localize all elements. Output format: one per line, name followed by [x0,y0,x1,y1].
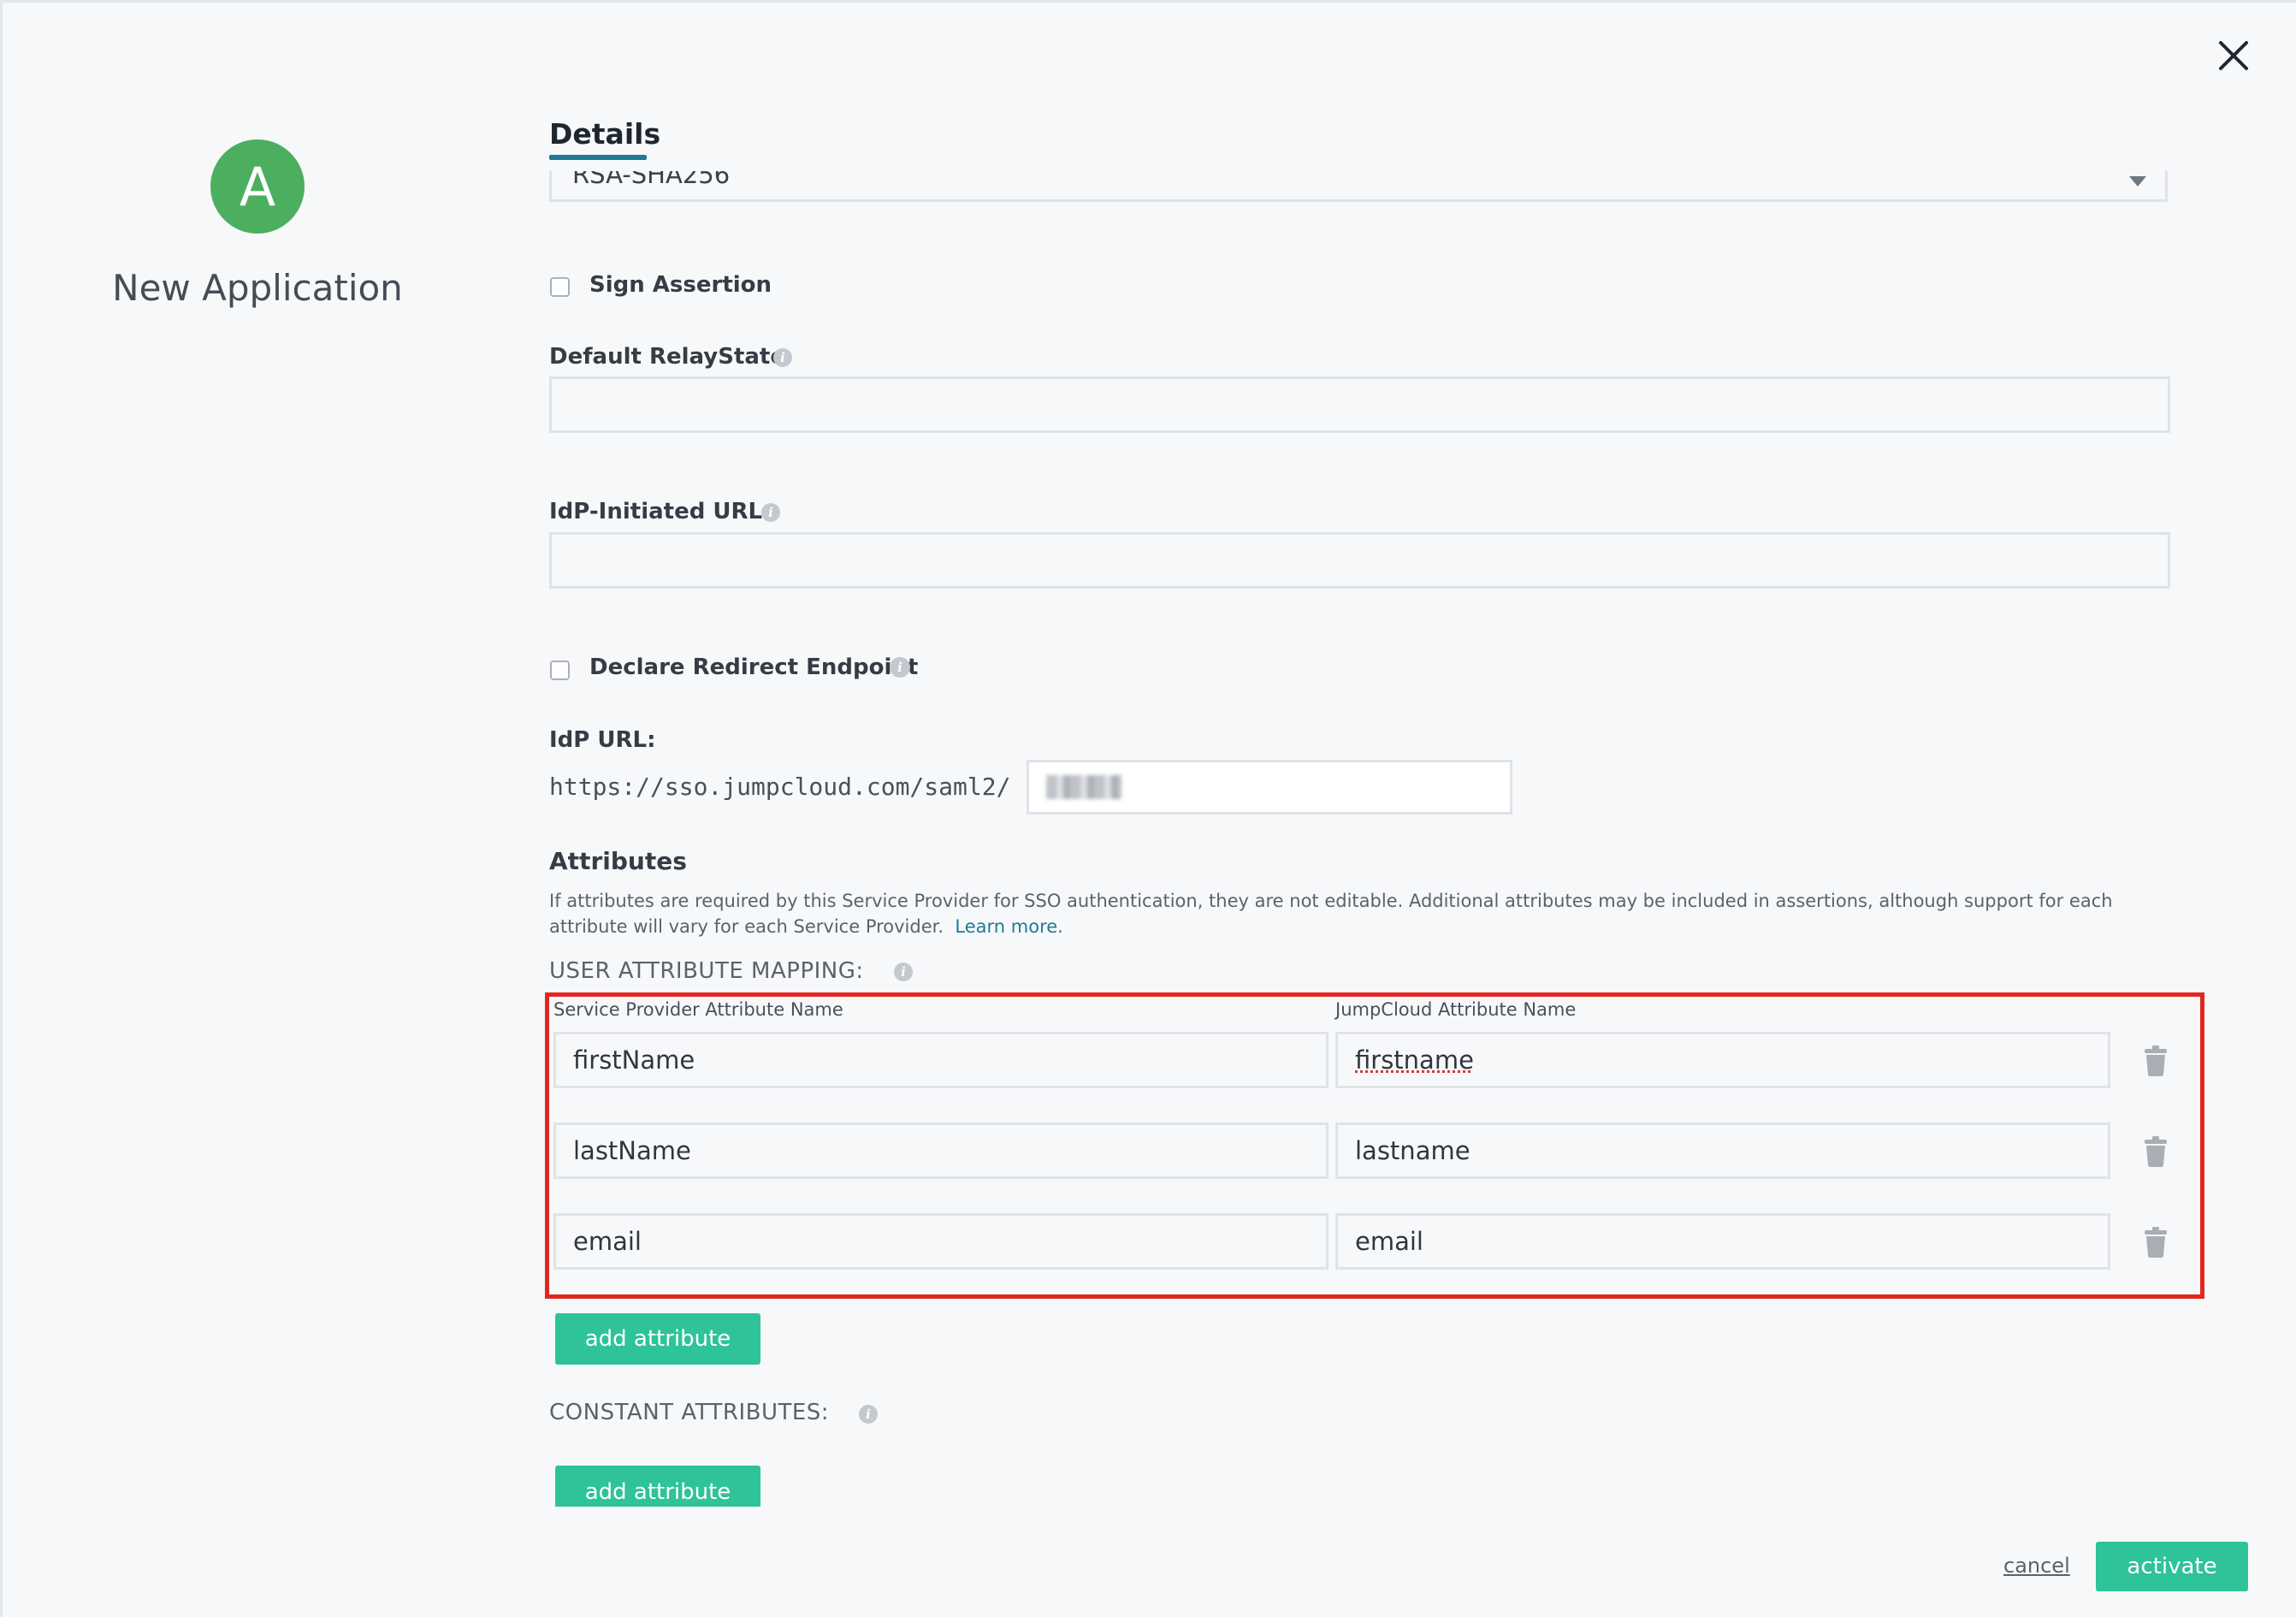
trash-icon[interactable] [2143,1227,2169,1258]
attributes-help-text: If attributes are required by this Servi… [549,888,2175,939]
app-avatar: A [210,139,305,234]
trash-icon[interactable] [2143,1045,2169,1076]
default-relaystate-label: Default RelayState [549,344,785,370]
jc-attribute-input[interactable]: firstname [1335,1032,2110,1088]
sp-attribute-input[interactable]: lastName [553,1122,1328,1179]
app-title: New Application [112,267,403,309]
sign-assertion-checkbox[interactable] [550,277,570,297]
trash-icon[interactable] [2143,1136,2169,1167]
signature-algorithm-value: RSA-SHA256 [572,171,731,189]
info-icon[interactable]: i [761,503,780,522]
redacted-value [1046,775,1121,799]
user-attribute-mapping-label: USER ATTRIBUTE MAPPING: [549,958,864,984]
page-left-border [0,0,3,1617]
tab-active-indicator [549,155,647,160]
idp-initiated-url-input[interactable] [549,532,2170,589]
info-icon[interactable]: i [859,1405,878,1424]
idp-initiated-url-label: IdP-Initiated URL: [549,499,772,524]
cancel-link[interactable]: cancel [2003,1554,2070,1578]
add-constant-attribute-button[interactable]: add attribute [555,1466,760,1507]
page-top-border [0,0,2296,3]
column-header-sp: Service Provider Attribute Name [553,999,843,1020]
info-icon[interactable]: i [894,962,913,981]
idp-url-label: IdP URL: [549,727,656,753]
column-header-jc: JumpCloud Attribute Name [1335,999,1577,1020]
sp-attribute-input[interactable]: email [553,1213,1328,1270]
declare-redirect-label: Declare Redirect Endpoint [589,654,919,680]
sp-attribute-input[interactable]: firstName [553,1032,1328,1088]
declare-redirect-checkbox[interactable] [550,660,570,680]
close-icon[interactable] [2212,34,2255,77]
tab-details[interactable]: Details [549,117,660,151]
learn-more-link[interactable]: Learn more. [955,916,1062,937]
info-icon[interactable]: i [890,657,910,678]
idp-url-suffix-input[interactable] [1027,760,1512,814]
sign-assertion-label: Sign Assertion [589,272,772,298]
attributes-title: Attributes [549,847,687,875]
default-relaystate-input[interactable] [549,376,2170,433]
activate-button[interactable]: activate [2096,1542,2248,1591]
info-icon[interactable]: i [773,348,792,367]
jc-attribute-input[interactable]: lastname [1335,1122,2110,1179]
attributes-help-body: If attributes are required by this Servi… [549,891,2113,937]
constant-attributes-label: CONSTANT ATTRIBUTES: [549,1400,830,1425]
idp-url-prefix: https://sso.jumpcloud.com/saml2/ [549,773,1011,801]
chevron-down-icon [2129,176,2146,187]
signature-algorithm-select[interactable]: RSA-SHA256 [549,171,2168,202]
add-attribute-button[interactable]: add attribute [555,1313,760,1365]
jc-attribute-input[interactable]: email [1335,1213,2110,1270]
